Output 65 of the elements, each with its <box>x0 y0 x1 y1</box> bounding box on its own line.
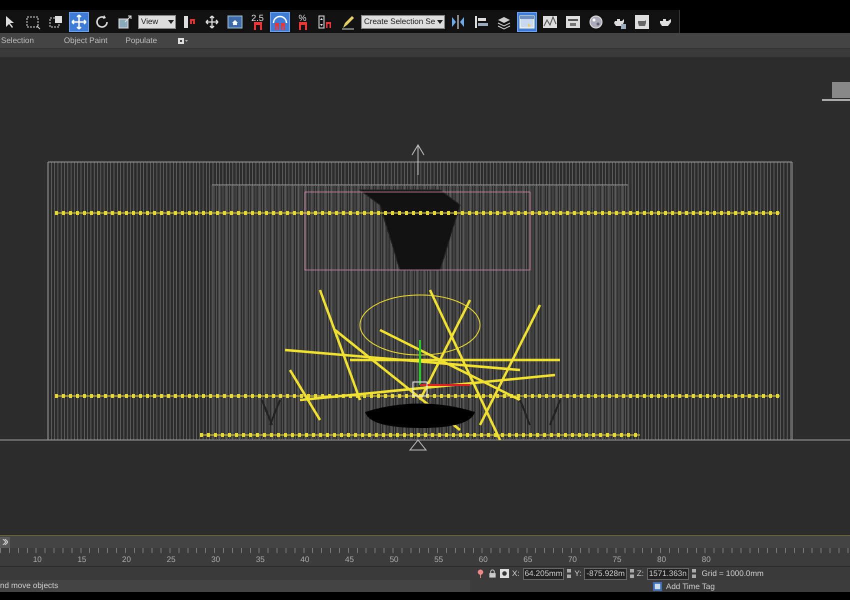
caret-icon <box>437 20 444 24</box>
window-icon <box>519 14 536 30</box>
move-icon <box>204 14 220 30</box>
window-icon <box>565 14 582 30</box>
snap-toggle[interactable]: 2.5 <box>248 12 267 32</box>
time-ruler[interactable]: 10 15 20 25 30 35 40 45 50 55 60 65 70 75 80 80 <box>0 548 850 567</box>
selection-rectangle-icon <box>25 14 41 30</box>
frame-number: 20 <box>121 555 132 566</box>
expand-button[interactable] <box>0 536 10 548</box>
caret-icon <box>168 20 174 24</box>
move-icon <box>71 14 87 30</box>
viewcube-icon[interactable] <box>822 82 850 101</box>
window-button[interactable] <box>517 12 538 32</box>
dropdown[interactable]: View <box>138 14 176 28</box>
coordinate-field[interactable]: -875.928m <box>584 568 627 580</box>
rotate-icon <box>94 14 110 30</box>
status-prompt: nd move objects <box>0 580 470 592</box>
frame-number: 15 <box>76 555 88 566</box>
ribbon-tab[interactable]: Selection <box>0 36 35 45</box>
axis-label: Z: <box>636 569 644 578</box>
frame-number: 55 <box>433 555 444 566</box>
dropdown[interactable]: Create Selection Se <box>361 14 446 28</box>
picture-frame-icon <box>227 14 243 30</box>
frame-number: 50 <box>388 555 400 566</box>
magnet-icon <box>298 22 306 30</box>
chevron-icon <box>2 538 8 544</box>
frame-number: 40 <box>299 555 310 566</box>
frame-number: 60 <box>478 555 489 566</box>
ribbon-tab[interactable]: Populate <box>124 36 158 45</box>
ribbon-tab[interactable]: Object Paint <box>62 36 108 45</box>
frame-number: 45 <box>344 555 355 566</box>
lock-icon[interactable] <box>488 569 497 578</box>
frame-number: 65 <box>522 555 534 566</box>
spinner[interactable] <box>630 569 634 578</box>
angle-snap-icon <box>272 14 288 30</box>
frame-number: 35 <box>254 555 266 566</box>
mirror-icon <box>450 14 466 30</box>
add-time-tag-link[interactable]: Add Time Tag <box>666 582 715 590</box>
time-tag-icon[interactable] <box>653 582 662 590</box>
axis-label: X: <box>512 569 520 578</box>
spinner[interactable] <box>692 569 696 578</box>
frame-number: 80 <box>656 555 668 566</box>
sphere-icon <box>588 14 604 30</box>
coordinate-field[interactable]: 64.205mm <box>522 568 564 580</box>
spinner-snap-icon <box>317 14 333 30</box>
frame-number: 70 <box>566 555 578 566</box>
frame-number: 75 <box>612 555 622 566</box>
grid-size: Grid = 1000.0mm <box>702 569 764 578</box>
align-icon <box>473 14 490 30</box>
move-button[interactable] <box>69 12 89 32</box>
scale-icon <box>117 14 133 30</box>
snap-toggle[interactable]: % <box>293 12 312 32</box>
spinner[interactable] <box>567 569 572 578</box>
display-toggle-icon[interactable] <box>178 38 188 44</box>
coordinate-field[interactable]: 1571.363n <box>646 568 689 580</box>
axis-label: Y: <box>574 569 582 578</box>
magnet-icon <box>254 22 262 30</box>
graph-icon <box>542 14 558 30</box>
window-crossing-icon <box>48 14 64 30</box>
frame-number: 25 <box>166 555 177 566</box>
pencil-icon <box>340 14 356 30</box>
angle-snap-button[interactable] <box>270 12 290 32</box>
frame-number: 30 <box>210 555 222 566</box>
frame-number: 80 <box>700 555 712 566</box>
frame-number: 10 <box>32 555 43 566</box>
